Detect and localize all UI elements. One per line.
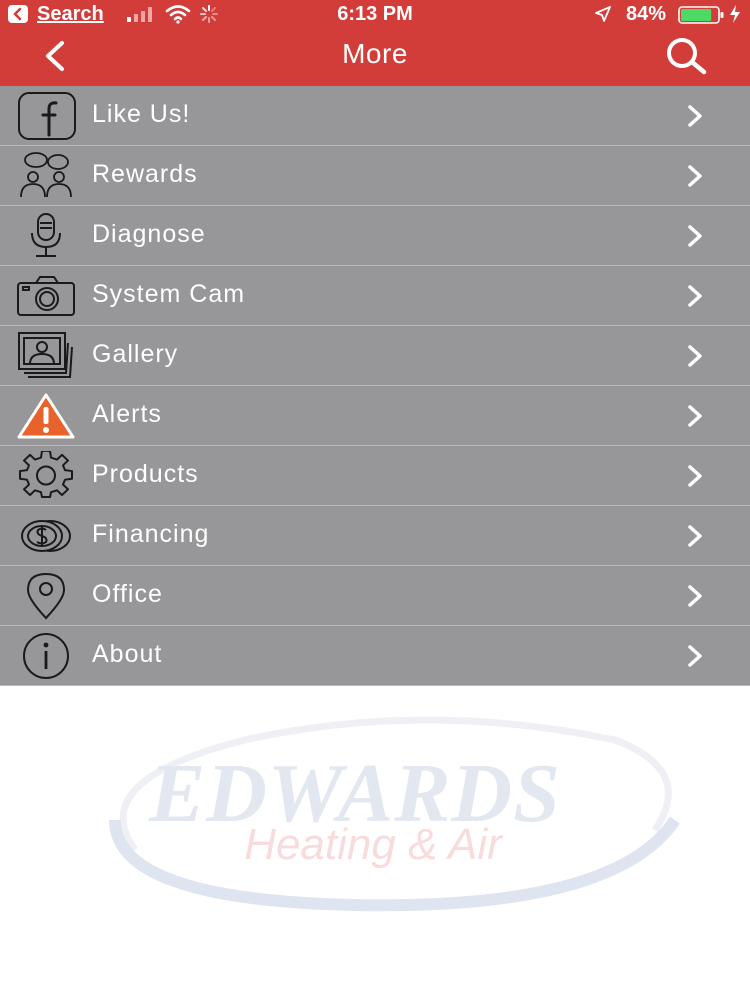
chevron-right-icon [688, 525, 702, 547]
menu-item-label: Rewards [92, 160, 198, 188]
chevron-right-icon [688, 285, 702, 307]
company-logo-watermark: EDWARDS Heating & Air [95, 700, 695, 920]
menu-item-label: Diagnose [92, 220, 206, 248]
menu-item-label: System Cam [92, 280, 246, 308]
coins-icon [16, 511, 76, 561]
location-arrow-icon [595, 6, 611, 22]
camera-icon [16, 271, 76, 321]
battery-percent: 84% [626, 3, 667, 25]
chevron-right-icon [688, 405, 702, 427]
chevron-right-icon [688, 105, 702, 127]
microphone-icon [16, 211, 76, 261]
menu-item-about[interactable]: About [0, 626, 750, 686]
menu-item-products[interactable]: Products [0, 446, 750, 506]
info-icon [16, 631, 76, 681]
search-icon[interactable] [662, 36, 710, 76]
menu-item-label: Financing [92, 520, 210, 548]
menu-item-financing[interactable]: Financing [0, 506, 750, 566]
menu-item-rewards[interactable]: Rewards [0, 146, 750, 206]
battery-icon [678, 6, 724, 24]
menu-item-label: About [92, 640, 163, 668]
status-bar: Search 6:13 PM 84% [0, 0, 750, 30]
menu-item-like-us[interactable]: Like Us! [0, 86, 750, 146]
menu-item-label: Alerts [92, 400, 162, 428]
menu-item-alerts[interactable]: Alerts [0, 386, 750, 446]
menu-item-label: Office [92, 580, 163, 608]
chevron-right-icon [688, 465, 702, 487]
menu-item-label: Like Us! [92, 100, 191, 128]
logo-subtitle-text: Heating & Air [244, 820, 502, 869]
warning-triangle-icon [16, 391, 76, 441]
chevron-right-icon [688, 165, 702, 187]
chevron-right-icon [688, 225, 702, 247]
map-pin-icon [16, 571, 76, 621]
charging-bolt-icon [730, 5, 740, 23]
chevron-right-icon [688, 585, 702, 607]
facebook-icon [16, 91, 76, 141]
gear-icon [16, 451, 76, 501]
people-group-icon [16, 151, 76, 201]
page-title: More [342, 38, 408, 69]
menu-item-system-cam[interactable]: System Cam [0, 266, 750, 326]
app-header: Search 6:13 PM 84% More [0, 0, 750, 86]
menu-item-diagnose[interactable]: Diagnose [0, 206, 750, 266]
photo-gallery-icon [16, 331, 76, 381]
menu-item-gallery[interactable]: Gallery [0, 326, 750, 386]
menu-item-label: Products [92, 460, 199, 488]
menu-item-office[interactable]: Office [0, 566, 750, 626]
menu-item-label: Gallery [92, 340, 179, 368]
chevron-right-icon [688, 345, 702, 367]
chevron-right-icon [688, 645, 702, 667]
more-menu-list: Like Us! Rewards Diagnose System Cam Gal… [0, 86, 750, 686]
